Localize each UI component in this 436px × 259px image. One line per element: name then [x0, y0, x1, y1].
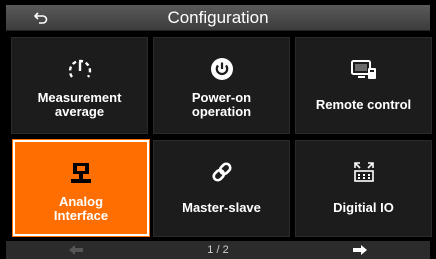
- tile-label: Master-slave: [182, 200, 261, 215]
- tile-label: Analog Interface: [53, 194, 109, 223]
- next-page-button[interactable]: [330, 241, 390, 259]
- remote-monitor-icon: [296, 56, 431, 82]
- back-button[interactable]: [6, 5, 76, 30]
- power-icon: [154, 56, 289, 82]
- screen: Configuration Measurement average Power-…: [6, 5, 432, 259]
- tile-label: Power-on operation: [191, 90, 252, 119]
- gauge-icon: [12, 56, 147, 82]
- tile-label: Digitial IO: [333, 200, 394, 215]
- analog-interface-icon: [15, 160, 147, 186]
- page-indicator: 1 / 2: [207, 244, 229, 256]
- link-icon: [154, 159, 289, 185]
- page-title: Configuration: [167, 7, 269, 27]
- header-bar: Configuration: [6, 5, 430, 31]
- previous-page-button[interactable]: [46, 241, 106, 259]
- tile-label: Remote control: [315, 97, 412, 112]
- tile-analog-interface[interactable]: Analog Interface: [12, 139, 150, 237]
- footer-bar: 1 / 2: [6, 241, 430, 259]
- tile-master-slave[interactable]: Master-slave: [153, 140, 290, 237]
- tile-remote-control[interactable]: Remote control: [295, 37, 432, 134]
- tile-digital-io[interactable]: Digitial IO: [295, 140, 432, 237]
- digital-io-icon: [296, 159, 431, 185]
- tile-measurement-average[interactable]: Measurement average: [11, 37, 148, 134]
- right-arrow-icon: [353, 245, 367, 255]
- tile-label: Measurement average: [37, 90, 122, 119]
- back-arrow-icon: [34, 11, 48, 24]
- tile-power-on-operation[interactable]: Power-on operation: [153, 37, 290, 134]
- left-arrow-icon: [69, 245, 83, 255]
